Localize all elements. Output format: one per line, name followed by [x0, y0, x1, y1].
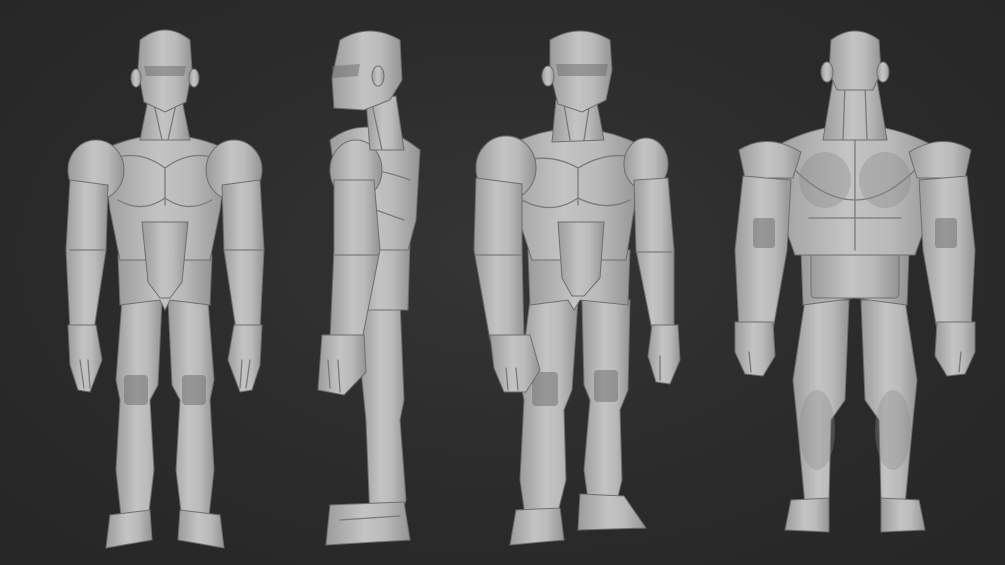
figure-front-view — [65, 29, 265, 549]
figure-three-quarter-view — [473, 30, 681, 546]
model-turnaround-sheet — [0, 0, 1005, 565]
figure-side-view — [317, 30, 421, 546]
figure-back-view — [734, 30, 976, 533]
